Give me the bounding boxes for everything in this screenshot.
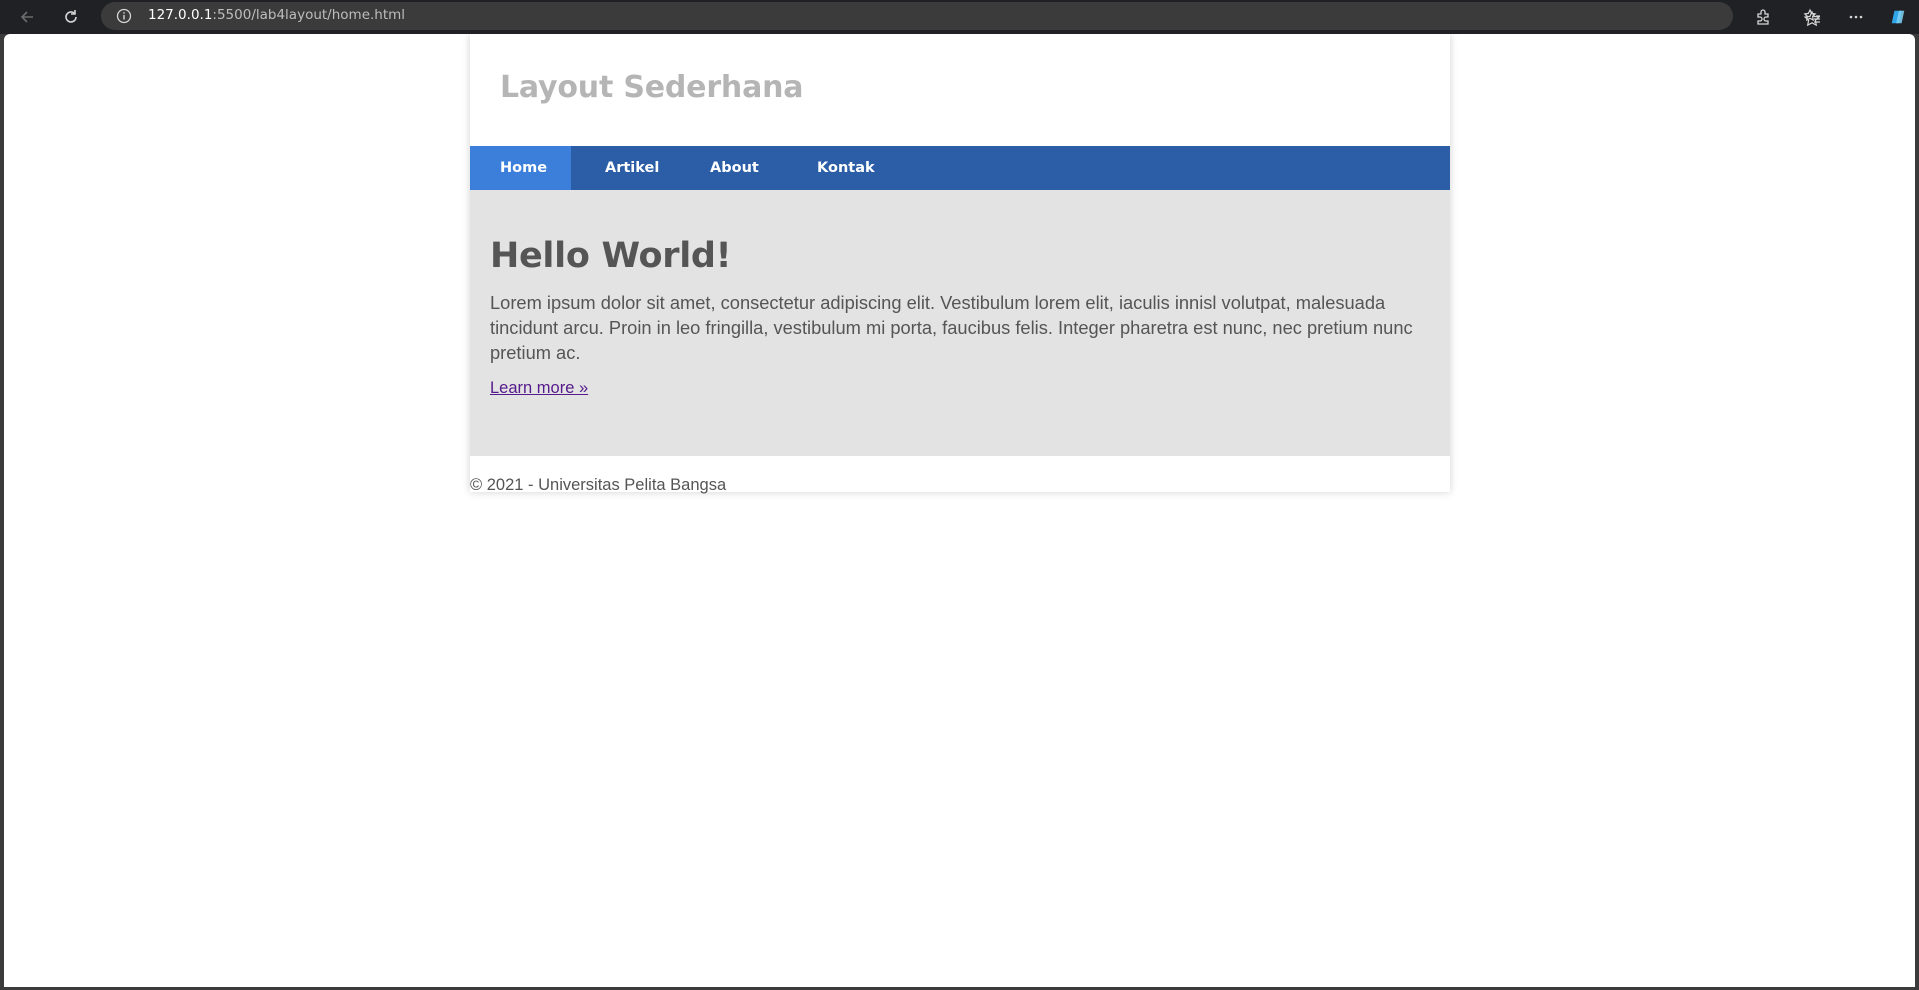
url-path: :5500/lab4layout/home.html: [212, 7, 406, 23]
hero-section: Hello World! Lorem ipsum dolor sit amet,…: [470, 190, 1450, 456]
back-button[interactable]: [14, 4, 40, 30]
nav-home[interactable]: Home: [470, 146, 571, 190]
main-nav: Home Artikel About Kontak: [470, 146, 1450, 190]
favorites-button[interactable]: [1799, 4, 1825, 30]
url-text[interactable]: 127.0.0.1:5500/lab4layout/home.html: [148, 7, 405, 23]
nav-about[interactable]: About: [676, 146, 786, 190]
url-host: 127.0.0.1: [148, 7, 213, 23]
back-arrow-icon: [20, 11, 33, 23]
extensions-button[interactable]: [1750, 4, 1776, 30]
nav-artikel[interactable]: Artikel: [571, 146, 676, 190]
hero-heading: Hello World!: [490, 236, 732, 276]
address-bar[interactable]: 127.0.0.1:5500/lab4layout/home.html: [101, 2, 1821, 30]
browser-toolbar: 127.0.0.1:5500/lab4layout/home.html: [0, 0, 1919, 34]
site-title: Layout Sederhana: [500, 70, 804, 105]
nav-kontak[interactable]: Kontak: [786, 146, 875, 190]
site-container: Layout Sederhana Home Artikel About Kont…: [470, 34, 1450, 494]
page-viewport: Layout Sederhana Home Artikel About Kont…: [4, 34, 1915, 987]
favorites-icon: [1803, 8, 1820, 23]
hero-text: Lorem ipsum dolor sit amet, consectetur …: [490, 292, 1413, 363]
footer-text: © 2021 - Universitas Pelita Bangsa: [470, 476, 727, 494]
copilot-icon: [1891, 10, 1905, 24]
learn-more-link[interactable]: Learn more »: [490, 379, 588, 397]
site-footer: © 2021 - Universitas Pelita Bangsa: [470, 456, 1450, 494]
copilot-button[interactable]: [1885, 4, 1911, 30]
extensions-icon: [1757, 9, 1769, 25]
reload-icon: [65, 10, 77, 23]
more-icon: [1849, 15, 1863, 19]
site-header: Layout Sederhana: [470, 34, 1450, 146]
more-button[interactable]: [1843, 4, 1869, 30]
info-icon[interactable]: [116, 8, 132, 24]
reload-button[interactable]: [58, 4, 84, 30]
